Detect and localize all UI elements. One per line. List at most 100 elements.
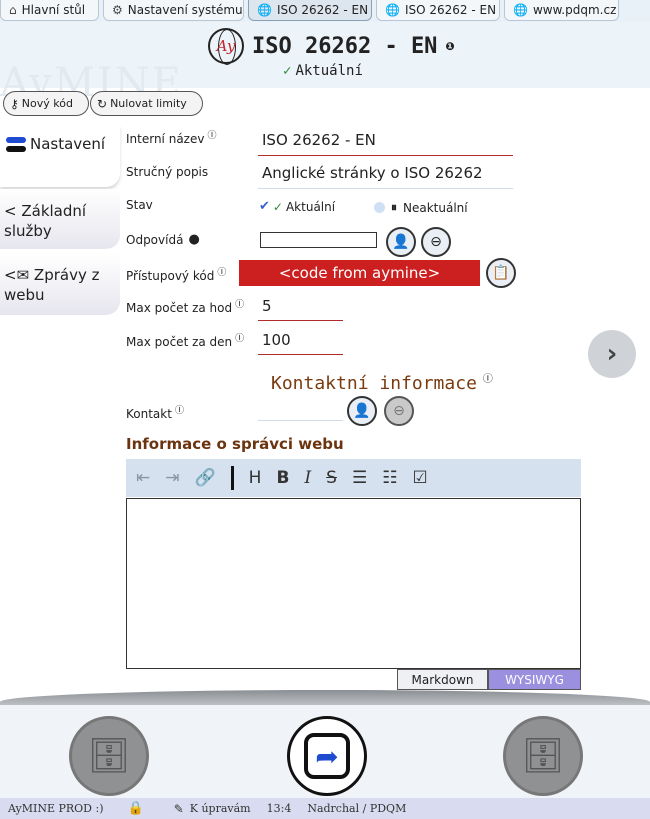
database-sync-icon: 🗄 bbox=[87, 736, 131, 776]
webmaster-info-editor[interactable] bbox=[126, 498, 581, 669]
new-code-label: Nový kód bbox=[21, 97, 73, 110]
checkbox-checked-icon: ✔ bbox=[259, 199, 270, 214]
clear-person-button[interactable]: ⊖ bbox=[421, 227, 451, 257]
check-icon: ✓ bbox=[283, 63, 292, 79]
tab-label: Nastavení systému bbox=[127, 3, 243, 17]
toolbar-separator bbox=[230, 466, 234, 490]
sidebar-item-zpravy-z-webu[interactable]: <✉ Zprávy z webu bbox=[0, 253, 120, 315]
max-day-label: Max počet za den Ⓘ bbox=[126, 331, 244, 349]
numbered-list-icon[interactable]: ☷ bbox=[382, 468, 397, 488]
markdown-mode-tab[interactable]: Markdown bbox=[397, 669, 488, 690]
tab-hlavni-stul[interactable]: ⌂ Hlavní stůl bbox=[0, 0, 99, 21]
key-icon: ⚷ bbox=[10, 96, 19, 111]
home-icon: ⌂ bbox=[9, 3, 17, 17]
info-icon[interactable]: Ⓘ bbox=[483, 374, 493, 385]
link-icon[interactable]: 🔗 bbox=[195, 468, 216, 488]
status-bar: AyMINE PROD :) 🔒 ✎ K úpravám 13:4 Nadrch… bbox=[0, 798, 650, 819]
contact-underline bbox=[258, 420, 343, 421]
copy-code-button[interactable]: 📋 bbox=[486, 258, 516, 288]
refresh-icon: ↻ bbox=[97, 96, 108, 111]
web-icon: 🌐 bbox=[513, 3, 528, 17]
info-icon[interactable]: Ⓘ bbox=[235, 334, 244, 344]
settings-icon: ⚙ bbox=[112, 3, 123, 17]
sidebar-item-nastaveni[interactable]: Nastavení bbox=[0, 125, 120, 187]
access-code-label: Přístupový kód Ⓘ bbox=[126, 265, 226, 283]
tab-iso-26262-en[interactable]: 🌐 ISO 26262 - EN bbox=[376, 0, 500, 21]
short-desc-label: Stručný popis bbox=[126, 165, 209, 179]
label-text: Kontakt bbox=[126, 407, 172, 421]
tab-nastaveni-systemu[interactable]: ⚙ Nastavení systému bbox=[103, 0, 244, 21]
short-desc-field[interactable]: Anglické stránky o ISO 26262 bbox=[262, 164, 483, 182]
footer-actions: 🗄 ➦ 🗄 bbox=[0, 705, 650, 800]
bold-icon[interactable]: B bbox=[276, 468, 289, 488]
database-save-icon: 🗄 bbox=[521, 736, 565, 776]
max-hour-underline bbox=[258, 320, 343, 321]
minus-circle-icon: ⊖ bbox=[393, 403, 405, 419]
bullet-list-icon[interactable]: ☰ bbox=[352, 468, 367, 488]
new-code-button[interactable]: ⚷ Nový kód bbox=[3, 91, 89, 116]
access-code-field[interactable]: <code from aymine> bbox=[239, 260, 480, 286]
heading-icon[interactable]: H bbox=[249, 468, 262, 488]
web-icon: 🌐 bbox=[385, 3, 400, 17]
outdent-icon[interactable]: ⇤ bbox=[136, 468, 150, 488]
message-share-icon: <✉ bbox=[4, 266, 30, 284]
tab-label: ISO 26262 - EN bbox=[404, 3, 497, 17]
clipboard-icon: 📋 bbox=[492, 265, 510, 281]
tab-www-pdqm-cz[interactable]: 🌐 www.pdqm.cz bbox=[504, 0, 619, 21]
person-icon: ● bbox=[188, 232, 200, 247]
status-label: Aktuální bbox=[295, 63, 363, 79]
info-icon[interactable]: Ⓘ bbox=[217, 268, 226, 278]
share-arrow-icon: ➦ bbox=[304, 733, 350, 779]
select-contact-button[interactable]: 👤 bbox=[347, 396, 377, 426]
info-icon[interactable]: Ⓘ bbox=[175, 406, 184, 416]
select-person-button[interactable]: 👤 bbox=[386, 227, 416, 257]
indent-icon[interactable]: ⇥ bbox=[165, 468, 179, 488]
strikethrough-icon[interactable]: S bbox=[326, 468, 337, 488]
status-current: ✓ Aktuální bbox=[283, 63, 363, 79]
state-obsolete-option[interactable]: ⏸ Neaktuální bbox=[374, 200, 468, 215]
save-to-database-button[interactable]: 🗄 bbox=[503, 716, 583, 796]
max-hour-label: Max počet za hod Ⓘ bbox=[126, 297, 244, 315]
wysiwyg-mode-tab[interactable]: WYSIWYG bbox=[488, 669, 581, 690]
editor-toolbar: ⇤ ⇥ 🔗 H B I S ☰ ☷ ☑ bbox=[126, 459, 581, 497]
pause-icon: ⏸ bbox=[391, 200, 398, 214]
label-text: Max počet za den bbox=[126, 335, 233, 349]
person-icon: 👤 bbox=[392, 234, 410, 250]
radio-icon bbox=[374, 202, 385, 213]
user: Nadrchal / PDQM bbox=[307, 802, 407, 815]
instance-label: AyMINE PROD :) bbox=[8, 802, 104, 815]
state-current-option[interactable]: ✔ ✓ Aktuální bbox=[259, 199, 335, 214]
clear-contact-button[interactable]: ⊖ bbox=[384, 396, 414, 426]
max-day-field[interactable]: 100 bbox=[262, 331, 291, 349]
aymine-globe-icon: Ay bbox=[208, 28, 244, 65]
internal-name-field[interactable]: ISO 26262 - EN bbox=[262, 131, 376, 149]
max-hour-field[interactable]: 5 bbox=[262, 297, 272, 315]
tab-label: Hlavní stůl bbox=[21, 3, 86, 17]
info-icon[interactable]: Ⓘ bbox=[207, 131, 216, 141]
info-icon[interactable]: ❶ bbox=[445, 40, 454, 53]
time: 13:4 bbox=[266, 802, 292, 815]
next-page-button[interactable]: › bbox=[588, 330, 636, 378]
webmaster-section-title: Informace o správci webu bbox=[126, 435, 344, 453]
tab-label: ISO 26262 - EN bbox=[276, 3, 369, 17]
contact-section-title: Kontaktní informace Ⓘ bbox=[271, 370, 493, 394]
info-icon[interactable]: Ⓘ bbox=[235, 300, 244, 310]
lock-icon[interactable]: 🔒 bbox=[128, 801, 144, 816]
label-text: Max počet za hod bbox=[126, 301, 233, 315]
italic-icon[interactable]: I bbox=[304, 468, 311, 488]
short-desc-underline bbox=[258, 188, 513, 189]
tab-iso-26262-en-active[interactable]: 🌐 ISO 26262 - EN bbox=[248, 0, 372, 21]
checklist-icon[interactable]: ☑ bbox=[412, 468, 427, 488]
load-from-database-button[interactable]: 🗄 bbox=[69, 716, 149, 796]
responsible-input[interactable] bbox=[260, 232, 377, 248]
title-text: ISO 26262 - EN bbox=[252, 33, 438, 59]
share-export-button[interactable]: ➦ bbox=[287, 716, 367, 796]
internal-name-label: Interní název Ⓘ bbox=[126, 128, 216, 146]
page-header: AyMINE Ay ISO 26262 - EN ❶ ✓ Aktuální bbox=[0, 22, 650, 106]
web-icon: 🌐 bbox=[257, 3, 272, 17]
chevron-right-icon: › bbox=[606, 339, 618, 369]
label-text: Přístupový kód bbox=[126, 269, 215, 283]
page-title: Ay ISO 26262 - EN ❶ bbox=[208, 28, 455, 65]
reset-limits-button[interactable]: ↻ Nulovat limity bbox=[90, 91, 203, 116]
sidebar-item-zakladni-sluzby[interactable]: < Základní služby bbox=[0, 189, 120, 249]
